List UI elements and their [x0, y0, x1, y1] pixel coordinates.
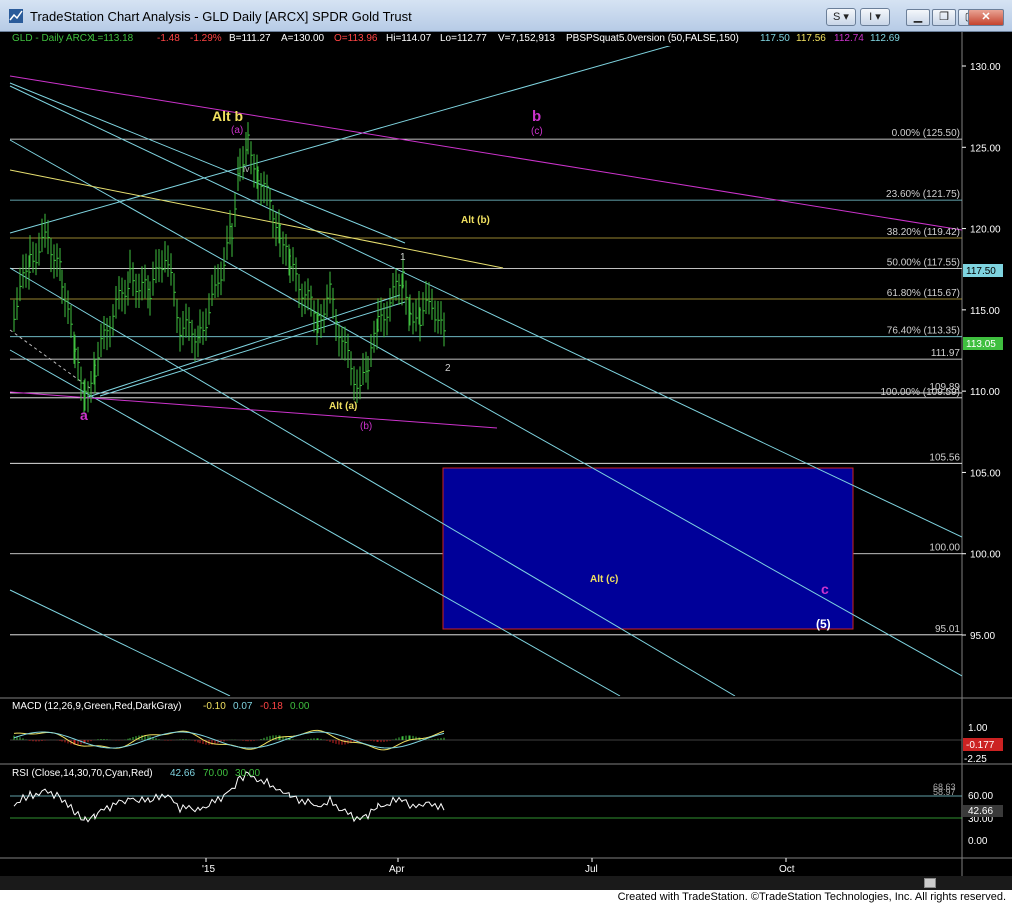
fib-level-label: 0.00% (125.50) [892, 128, 960, 139]
time-label-15: '15 [202, 864, 215, 875]
macd-val-4: 0.00 [290, 701, 310, 712]
time-axis: '15 Apr Jul Oct [202, 858, 795, 875]
copyright-text: Created with TradeStation. ©TradeStation… [617, 891, 1006, 903]
study-val-2: 117.56 [796, 33, 826, 44]
horizontal-scrollbar[interactable] [0, 876, 1012, 890]
quote-high: Hi=114.07 [386, 33, 432, 44]
price-tick-label: 115.00 [970, 306, 1000, 317]
fib-level-label: 61.80% (115.67) [887, 288, 960, 299]
footer: Created with TradeStation. ©TradeStation… [0, 890, 1012, 906]
rsi-level-2: 58.97 [933, 787, 956, 797]
quote-low: Lo=112.77 [440, 33, 487, 44]
time-label-jul: Jul [585, 864, 598, 875]
quote-symbol: GLD - Daily ARCX [12, 33, 94, 44]
title-bar: TradeStation Chart Analysis - GLD Daily … [0, 0, 1012, 32]
price-tick-label: 120.00 [970, 225, 1001, 236]
magenta-trend-lines [9, 75, 962, 429]
price-axis: 130.00 125.00 120.00 115.00 110.00 105.00 100.… [962, 62, 1001, 642]
study-val-3: 112.74 [834, 33, 864, 44]
wave-iv: iv [243, 164, 250, 174]
s-dropdown-button[interactable]: S ▾ [826, 8, 856, 26]
restore-icon[interactable]: ❐ [932, 9, 956, 26]
quote-open: O=113.96 [334, 33, 378, 44]
wave-alt-a: Alt (a) [329, 401, 357, 412]
fib-level-label: 100.00% (109.59) [880, 387, 960, 398]
macd-current: -0.177 [966, 740, 995, 751]
last-price-label: 113.05 [966, 339, 996, 350]
macd-val-3: -0.18 [260, 701, 283, 712]
wave-b-sub: (c) [531, 126, 543, 137]
close-icon[interactable]: ✕ [968, 9, 1004, 26]
quote-ask: A=130.00 [281, 33, 325, 44]
fib-level-label: 50.00% (117.55) [887, 257, 960, 268]
time-label-apr: Apr [389, 864, 405, 875]
macd-axis-bottom: -2.25 [964, 754, 987, 765]
wave-alt-a-sub: (b) [360, 421, 372, 432]
fib-labels: 0.00% (125.50) 23.60% (121.75) 38.20% (119… [880, 128, 960, 635]
rsi-axis-60: 60.00 [968, 791, 993, 802]
rsi-val-2: 70.00 [203, 768, 229, 779]
wave-c: c [821, 581, 829, 597]
macd-val-2: 0.07 [233, 701, 253, 712]
quote-pct: -1.29% [190, 33, 222, 44]
fib-level-label: 23.60% (121.75) [886, 189, 960, 200]
macd-val-1: -0.10 [203, 701, 226, 712]
quote-bid: B=111.27 [229, 33, 271, 44]
study-val-1: 117.50 [760, 33, 790, 44]
target-box [442, 467, 854, 630]
rsi-val-1: 42.66 [170, 768, 196, 779]
fib-level-label: 105.56 [929, 452, 960, 463]
price-tick-label: 125.00 [970, 143, 1001, 154]
wave-alt-b: Alt b [212, 108, 243, 124]
rsi-label: RSI (Close,14,30,70,Cyan,Red) [12, 768, 153, 779]
i-dropdown-button[interactable]: I ▾ [860, 8, 890, 26]
macd-axis-top: 1.00 [968, 723, 988, 734]
tradestation-app-icon [9, 9, 23, 23]
fib-level-label: 111.97 [931, 348, 961, 359]
time-label-oct: Oct [779, 864, 795, 875]
wave-alt-b-paren: Alt (b) [461, 215, 490, 226]
fib-level-label: 95.01 [935, 624, 960, 635]
price-tick-label: 130.00 [970, 62, 1001, 73]
scrollbar-thumb[interactable] [924, 878, 936, 888]
price-tick-label: 110.00 [970, 387, 1000, 398]
study-val-4: 112.69 [870, 33, 900, 44]
rsi-pane: 68.63 58.97 60.00 30.00 0.00 42.66 [10, 771, 1003, 847]
window-title: TradeStation Chart Analysis - GLD Daily … [30, 9, 412, 24]
wave-alt-b-sub: (a) [231, 125, 243, 136]
price-tick-label: 100.00 [970, 550, 1001, 561]
quote-change: -1.48 [157, 33, 180, 44]
fib-level-label: 76.40% (113.35) [887, 326, 960, 337]
chart-area[interactable]: 130.00125.00120.00115.00110.00105.00100.… [0, 32, 1012, 876]
rsi-val-3: 30.00 [235, 768, 261, 779]
wave-5: (5) [816, 617, 831, 631]
current-price-label: 117.50 [966, 266, 996, 277]
minimize-icon[interactable]: ▁ [906, 9, 930, 26]
wave-alt-c: Alt (c) [590, 574, 618, 585]
rsi-axis-0: 0.00 [968, 836, 988, 847]
wave-2: 2 [445, 363, 451, 374]
rsi-current: 42.66 [968, 806, 993, 817]
price-tick-label: 105.00 [970, 468, 1001, 479]
fib-level-label: 100.00 [929, 543, 960, 554]
fib-level-label: 38.20% (119.42) [887, 227, 960, 238]
quote-last: L=113.18 [92, 33, 134, 44]
macd-label: MACD (12,26,9,Green,Red,DarkGray) [12, 701, 182, 712]
price-pane [9, 46, 962, 696]
quote-volume: V=7,152,913 [498, 33, 555, 44]
wave-a: a [80, 407, 88, 423]
study-label: PBSPSquat5.0version (50,FALSE,150) [566, 33, 739, 44]
wave-b: b [532, 108, 541, 125]
macd-pane: 1.00 -2.25 -0.177 [10, 723, 1003, 765]
price-tick-label: 95.00 [970, 631, 995, 642]
wave-1: 1 [400, 252, 406, 263]
